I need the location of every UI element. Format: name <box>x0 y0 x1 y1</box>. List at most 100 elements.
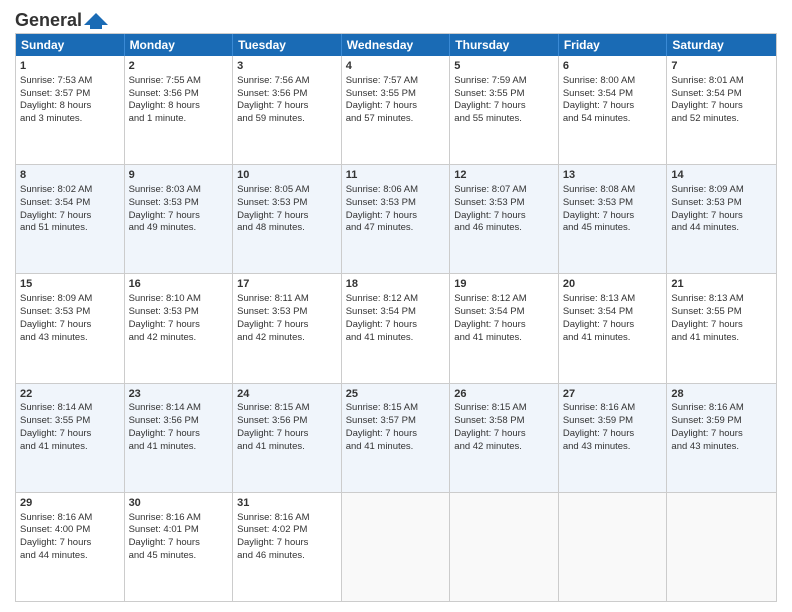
day-info: Sunrise: 8:03 AM <box>129 184 229 197</box>
day-info: Sunset: 3:53 PM <box>671 197 772 210</box>
day-info: Sunset: 3:55 PM <box>454 88 554 101</box>
header-day-sunday: Sunday <box>16 34 125 56</box>
day-number: 1 <box>20 59 120 74</box>
table-row: 21Sunrise: 8:13 AMSunset: 3:55 PMDayligh… <box>667 274 776 382</box>
day-number: 12 <box>454 168 554 183</box>
table-row: 16Sunrise: 8:10 AMSunset: 3:53 PMDayligh… <box>125 274 234 382</box>
table-row: 31Sunrise: 8:16 AMSunset: 4:02 PMDayligh… <box>233 493 342 601</box>
day-info: Sunrise: 7:55 AM <box>129 75 229 88</box>
day-info: Sunset: 4:02 PM <box>237 524 337 537</box>
day-info: Sunset: 3:56 PM <box>129 88 229 101</box>
day-info: and 45 minutes. <box>129 550 229 563</box>
day-info: Daylight: 7 hours <box>237 428 337 441</box>
day-info: Sunrise: 8:12 AM <box>346 293 446 306</box>
table-row: 20Sunrise: 8:13 AMSunset: 3:54 PMDayligh… <box>559 274 668 382</box>
day-info: Daylight: 7 hours <box>671 210 772 223</box>
day-info: Daylight: 7 hours <box>129 210 229 223</box>
day-info: Sunset: 3:53 PM <box>237 306 337 319</box>
day-info: Sunset: 3:53 PM <box>20 306 120 319</box>
table-row: 11Sunrise: 8:06 AMSunset: 3:53 PMDayligh… <box>342 165 451 273</box>
table-row: 15Sunrise: 8:09 AMSunset: 3:53 PMDayligh… <box>16 274 125 382</box>
day-number: 21 <box>671 277 772 292</box>
day-info: Sunset: 3:55 PM <box>346 88 446 101</box>
day-info: and 51 minutes. <box>20 222 120 235</box>
day-info: Sunset: 3:56 PM <box>237 415 337 428</box>
day-info: and 41 minutes. <box>129 441 229 454</box>
day-info: and 41 minutes. <box>346 441 446 454</box>
table-row <box>559 493 668 601</box>
day-info: Sunset: 3:53 PM <box>237 197 337 210</box>
day-info: Sunrise: 8:16 AM <box>237 512 337 525</box>
day-info: Daylight: 7 hours <box>563 428 663 441</box>
day-info: Sunrise: 8:16 AM <box>563 402 663 415</box>
table-row: 22Sunrise: 8:14 AMSunset: 3:55 PMDayligh… <box>16 384 125 492</box>
day-number: 4 <box>346 59 446 74</box>
day-number: 2 <box>129 59 229 74</box>
calendar-header: SundayMondayTuesdayWednesdayThursdayFrid… <box>16 34 776 56</box>
table-row: 3Sunrise: 7:56 AMSunset: 3:56 PMDaylight… <box>233 56 342 164</box>
day-info: Sunrise: 8:08 AM <box>563 184 663 197</box>
day-info: Daylight: 7 hours <box>237 319 337 332</box>
day-info: Daylight: 7 hours <box>237 100 337 113</box>
day-info: Daylight: 7 hours <box>563 100 663 113</box>
day-info: Sunset: 3:56 PM <box>237 88 337 101</box>
logo: General <box>15 10 110 27</box>
day-info: and 41 minutes. <box>346 332 446 345</box>
day-info: and 46 minutes. <box>454 222 554 235</box>
day-number: 5 <box>454 59 554 74</box>
day-info: Daylight: 7 hours <box>671 428 772 441</box>
day-number: 25 <box>346 387 446 402</box>
day-info: Daylight: 7 hours <box>237 210 337 223</box>
day-info: Sunset: 3:55 PM <box>20 415 120 428</box>
day-info: and 44 minutes. <box>20 550 120 563</box>
header-day-friday: Friday <box>559 34 668 56</box>
day-info: Daylight: 7 hours <box>20 428 120 441</box>
day-info: Daylight: 7 hours <box>454 210 554 223</box>
day-info: and 48 minutes. <box>237 222 337 235</box>
day-number: 22 <box>20 387 120 402</box>
day-info: and 42 minutes. <box>454 441 554 454</box>
day-info: Daylight: 7 hours <box>346 210 446 223</box>
day-info: and 44 minutes. <box>671 222 772 235</box>
day-number: 9 <box>129 168 229 183</box>
table-row: 9Sunrise: 8:03 AMSunset: 3:53 PMDaylight… <box>125 165 234 273</box>
day-info: Sunrise: 8:16 AM <box>129 512 229 525</box>
table-row: 17Sunrise: 8:11 AMSunset: 3:53 PMDayligh… <box>233 274 342 382</box>
table-row <box>450 493 559 601</box>
day-number: 6 <box>563 59 663 74</box>
header-day-thursday: Thursday <box>450 34 559 56</box>
day-info: Daylight: 7 hours <box>20 537 120 550</box>
day-info: Daylight: 7 hours <box>346 100 446 113</box>
day-info: and 43 minutes. <box>20 332 120 345</box>
day-info: and 43 minutes. <box>563 441 663 454</box>
day-info: and 41 minutes. <box>237 441 337 454</box>
day-info: Sunrise: 8:13 AM <box>671 293 772 306</box>
day-info: Daylight: 7 hours <box>20 210 120 223</box>
table-row: 26Sunrise: 8:15 AMSunset: 3:58 PMDayligh… <box>450 384 559 492</box>
day-info: Sunrise: 7:56 AM <box>237 75 337 88</box>
day-info: Sunrise: 8:05 AM <box>237 184 337 197</box>
day-info: Sunset: 3:58 PM <box>454 415 554 428</box>
day-info: and 47 minutes. <box>346 222 446 235</box>
calendar-body: 1Sunrise: 7:53 AMSunset: 3:57 PMDaylight… <box>16 56 776 601</box>
day-number: 8 <box>20 168 120 183</box>
day-info: Daylight: 7 hours <box>346 319 446 332</box>
day-info: Sunset: 3:54 PM <box>563 306 663 319</box>
day-info: Sunrise: 8:12 AM <box>454 293 554 306</box>
day-info: Sunrise: 7:53 AM <box>20 75 120 88</box>
day-info: and 54 minutes. <box>563 113 663 126</box>
day-number: 27 <box>563 387 663 402</box>
day-info: Sunrise: 8:01 AM <box>671 75 772 88</box>
day-number: 14 <box>671 168 772 183</box>
day-info: and 59 minutes. <box>237 113 337 126</box>
day-number: 26 <box>454 387 554 402</box>
day-number: 3 <box>237 59 337 74</box>
table-row: 18Sunrise: 8:12 AMSunset: 3:54 PMDayligh… <box>342 274 451 382</box>
day-info: Sunset: 3:53 PM <box>129 306 229 319</box>
day-info: and 41 minutes. <box>671 332 772 345</box>
day-info: Sunrise: 8:14 AM <box>20 402 120 415</box>
day-info: Sunrise: 8:00 AM <box>563 75 663 88</box>
day-info: Sunset: 3:59 PM <box>563 415 663 428</box>
day-info: Daylight: 7 hours <box>671 319 772 332</box>
day-info: Sunrise: 8:10 AM <box>129 293 229 306</box>
